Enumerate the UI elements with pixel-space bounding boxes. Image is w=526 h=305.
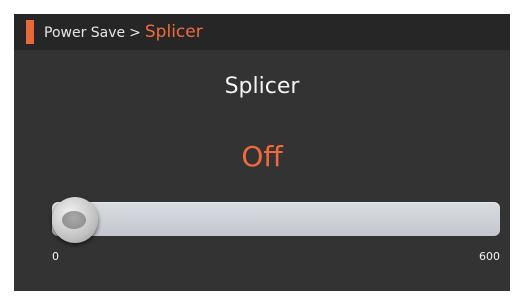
setting-value: Off — [241, 140, 283, 173]
breadcrumb-separator: > — [129, 25, 141, 41]
breadcrumb: Power Save > Splicer — [44, 19, 203, 45]
header: Power Save > Splicer — [14, 14, 510, 50]
header-accent-bar — [26, 20, 34, 44]
breadcrumb-parent[interactable]: Power Save — [44, 25, 125, 41]
screen: Power Save > Splicer Splicer Off 0 600 — [14, 14, 510, 291]
slider-min-label: 0 — [52, 250, 59, 263]
setting-title: Splicer — [224, 74, 300, 99]
slider-thumb-grip — [62, 211, 86, 229]
slider-thumb[interactable] — [52, 197, 98, 243]
slider-track[interactable] — [52, 202, 500, 236]
slider-max-label: 600 — [479, 250, 500, 263]
breadcrumb-current: Splicer — [144, 22, 203, 42]
